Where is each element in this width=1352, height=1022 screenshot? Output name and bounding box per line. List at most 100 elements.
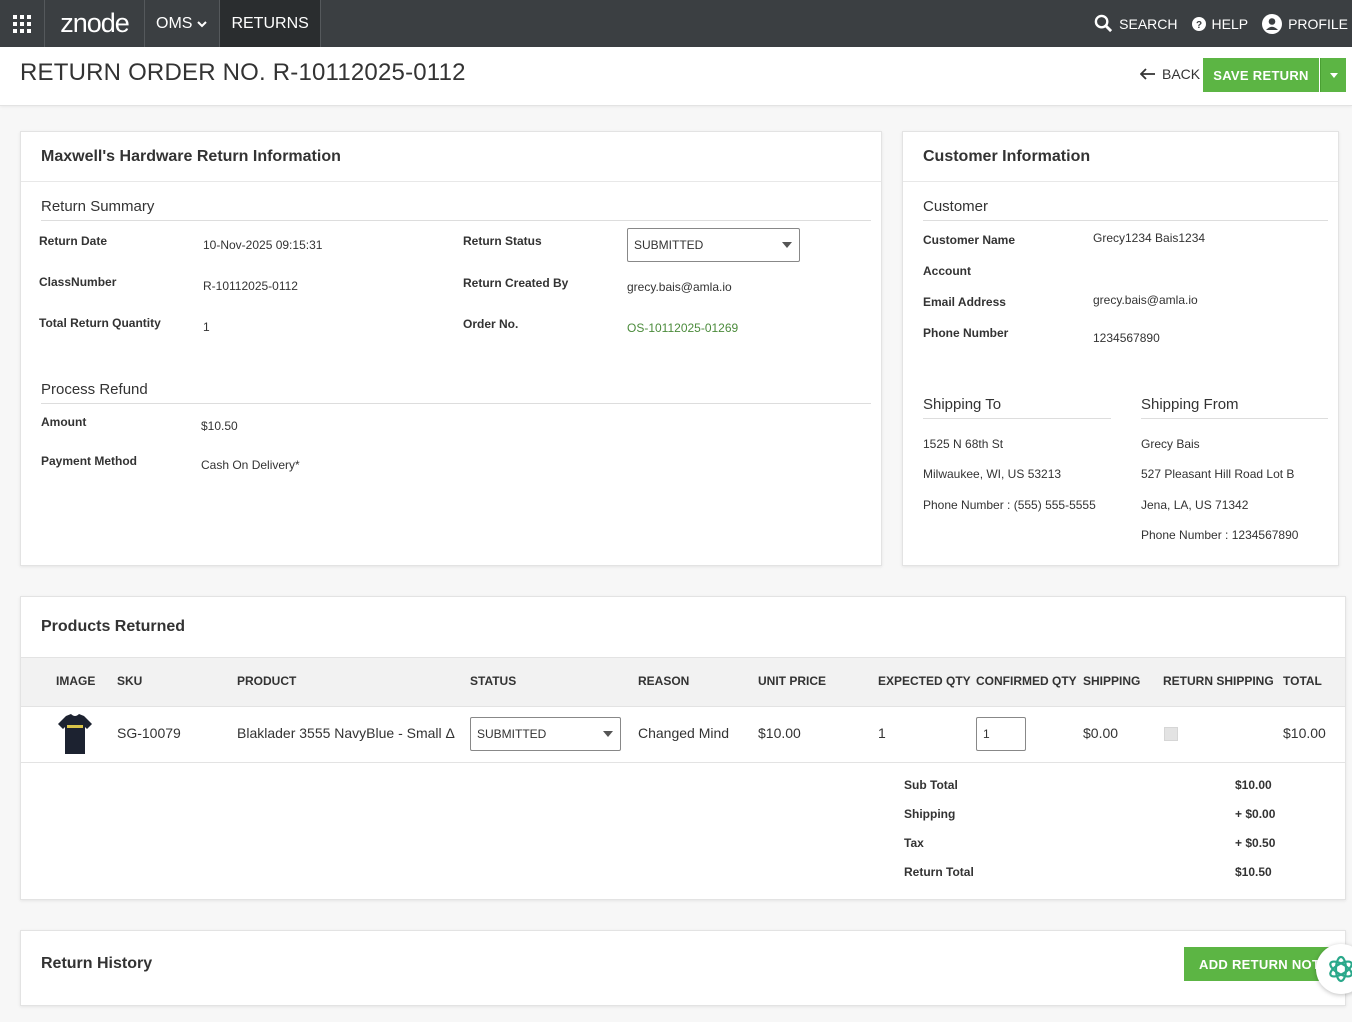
help-link[interactable]: ? HELP (1191, 15, 1249, 32)
svg-text:?: ? (1195, 20, 1201, 31)
order-no-link[interactable]: OS-10112025-01269 (627, 321, 738, 335)
return-status-value: SUBMITTED (634, 238, 704, 252)
return-total-label: Return Total (904, 865, 974, 879)
return-total-value: $10.50 (1235, 865, 1272, 879)
nav-oms[interactable]: OMS (145, 0, 221, 47)
return-shipping-checkbox[interactable] (1164, 727, 1178, 741)
caret-down-icon (603, 731, 613, 737)
col-image: IMAGE (56, 674, 96, 688)
col-reason: REASON (638, 674, 690, 688)
products-returned-card: Products Returned IMAGE SKU PRODUCT STAT… (20, 596, 1346, 900)
col-status: STATUS (470, 674, 517, 688)
payment-method-value: Cash On Delivery* (201, 458, 300, 472)
user-icon (1262, 13, 1283, 34)
row-status-select[interactable]: SUBMITTED (470, 717, 621, 751)
row-unit-price: $10.00 (758, 725, 801, 741)
shipping-to-title: Shipping To (923, 396, 1111, 419)
process-refund-title: Process Refund (41, 381, 871, 404)
customer-section-title: Customer (923, 198, 1328, 221)
col-product: PRODUCT (237, 674, 297, 688)
return-status-label: Return Status (463, 234, 542, 248)
tax-label: Tax (904, 836, 924, 850)
search-label: SEARCH (1119, 15, 1178, 32)
sub-total-label: Sub Total (904, 778, 958, 792)
row-expected-qty: 1 (878, 725, 886, 741)
confirmed-qty-input[interactable]: 1 (976, 717, 1026, 751)
customer-name-value: Grecy1234 Bais1234 (1093, 231, 1206, 245)
amount-value: $10.50 (201, 419, 238, 433)
row-shipping: $0.00 (1083, 725, 1119, 741)
return-info-card: Maxwell's Hardware Return Information Re… (20, 131, 882, 566)
email-label: Email Address (923, 295, 1006, 309)
order-no-label: Order No. (463, 317, 519, 331)
profile-link[interactable]: PROFILE (1262, 13, 1348, 34)
sub-total-value: $10.00 (1235, 778, 1272, 792)
phone-label: Phone Number (923, 326, 1009, 340)
caret-down-icon (782, 242, 792, 248)
app-grid-icon[interactable] (0, 0, 45, 47)
row-reason: Changed Mind (638, 725, 730, 741)
ship-from-name: Grecy Bais (1141, 437, 1200, 451)
save-options-dropdown[interactable] (1320, 58, 1346, 92)
back-label: BACK (1162, 66, 1201, 82)
nav-returns-label: RETURNS (231, 14, 309, 32)
customer-name-label: Customer Name (923, 233, 1016, 247)
email-value: grecy.bais@amla.io (1093, 293, 1198, 307)
class-number-label: ClassNumber (39, 275, 117, 289)
chevron-down-icon (197, 20, 208, 27)
help-label: HELP (1211, 15, 1249, 32)
products-returned-title: Products Returned (41, 618, 186, 635)
save-return-button[interactable]: SAVE RETURN (1203, 58, 1319, 92)
ship-to-line1: 1525 N 68th St (923, 437, 1004, 451)
profile-label: PROFILE (1288, 15, 1348, 32)
col-unit-price: UNIT PRICE (758, 674, 827, 688)
page-title: RETURN ORDER NO. R-10112025-0112 (20, 59, 466, 86)
row-sku: SG-10079 (117, 725, 181, 741)
ship-to-phone: Phone Number : (555) 555-5555 (923, 498, 1096, 512)
nav-returns[interactable]: RETURNS (220, 0, 321, 47)
col-confirmed-qty: CONFIRMED QTY (976, 674, 1077, 688)
tax-value: + $0.50 (1235, 836, 1276, 850)
return-status-select[interactable]: SUBMITTED (627, 228, 800, 262)
class-number-value: R-10112025-0112 (203, 279, 298, 293)
amount-label: Amount (41, 415, 87, 429)
total-qty-value: 1 (203, 320, 210, 334)
return-history-title: Return History (41, 955, 153, 972)
ship-from-line2: Jena, LA, US 71342 (1141, 498, 1249, 512)
created-by-label: Return Created By (463, 276, 569, 290)
page-header: RETURN ORDER NO. R-10112025-0112 BACK SA… (0, 47, 1352, 106)
caret-down-icon (1329, 72, 1338, 78)
return-history-card: Return History ADD RETURN NOTE (20, 930, 1346, 1006)
col-sku: SKU (117, 674, 143, 688)
znode-logo[interactable]: znode (45, 0, 145, 47)
shipping-total-value: + $0.00 (1235, 807, 1276, 821)
add-return-note-button[interactable]: ADD RETURN NOTE (1184, 947, 1334, 981)
ship-to-line2: Milwaukee, WI, US 53213 (923, 467, 1062, 481)
row-product-link[interactable]: Blaklader 3555 NavyBlue - Small Δ (237, 725, 455, 741)
account-label: Account (923, 264, 971, 278)
customer-info-title: Customer Information (903, 132, 1338, 182)
col-total: TOTAL (1283, 674, 1322, 688)
shipping-total-label: Shipping (904, 807, 956, 821)
nav-oms-label: OMS (156, 14, 193, 32)
back-link[interactable]: BACK (1140, 66, 1200, 82)
row-total: $10.00 (1283, 725, 1326, 741)
search-icon (1094, 14, 1113, 33)
row-status-value: SUBMITTED (477, 727, 547, 741)
search-link[interactable]: SEARCH (1094, 14, 1178, 33)
return-summary-title: Return Summary (41, 198, 871, 221)
product-thumbnail[interactable] (57, 713, 93, 755)
phone-value: 1234567890 (1093, 331, 1160, 345)
arrow-left-icon (1140, 68, 1155, 80)
return-info-title: Maxwell's Hardware Return Information (21, 132, 881, 182)
customer-info-card: Customer Information Customer Customer N… (902, 131, 1339, 566)
openai-icon (1329, 955, 1352, 983)
shipping-from-title: Shipping From (1141, 396, 1328, 419)
help-icon: ? (1191, 16, 1206, 31)
col-expected-qty: EXPECTED QTY (878, 674, 971, 688)
tshirt-image (58, 714, 92, 754)
total-qty-label: Total Return Quantity (39, 316, 161, 330)
created-by-value: grecy.bais@amla.io (627, 280, 732, 294)
payment-method-label: Payment Method (41, 454, 138, 468)
ship-from-phone: Phone Number : 1234567890 (1141, 528, 1299, 542)
